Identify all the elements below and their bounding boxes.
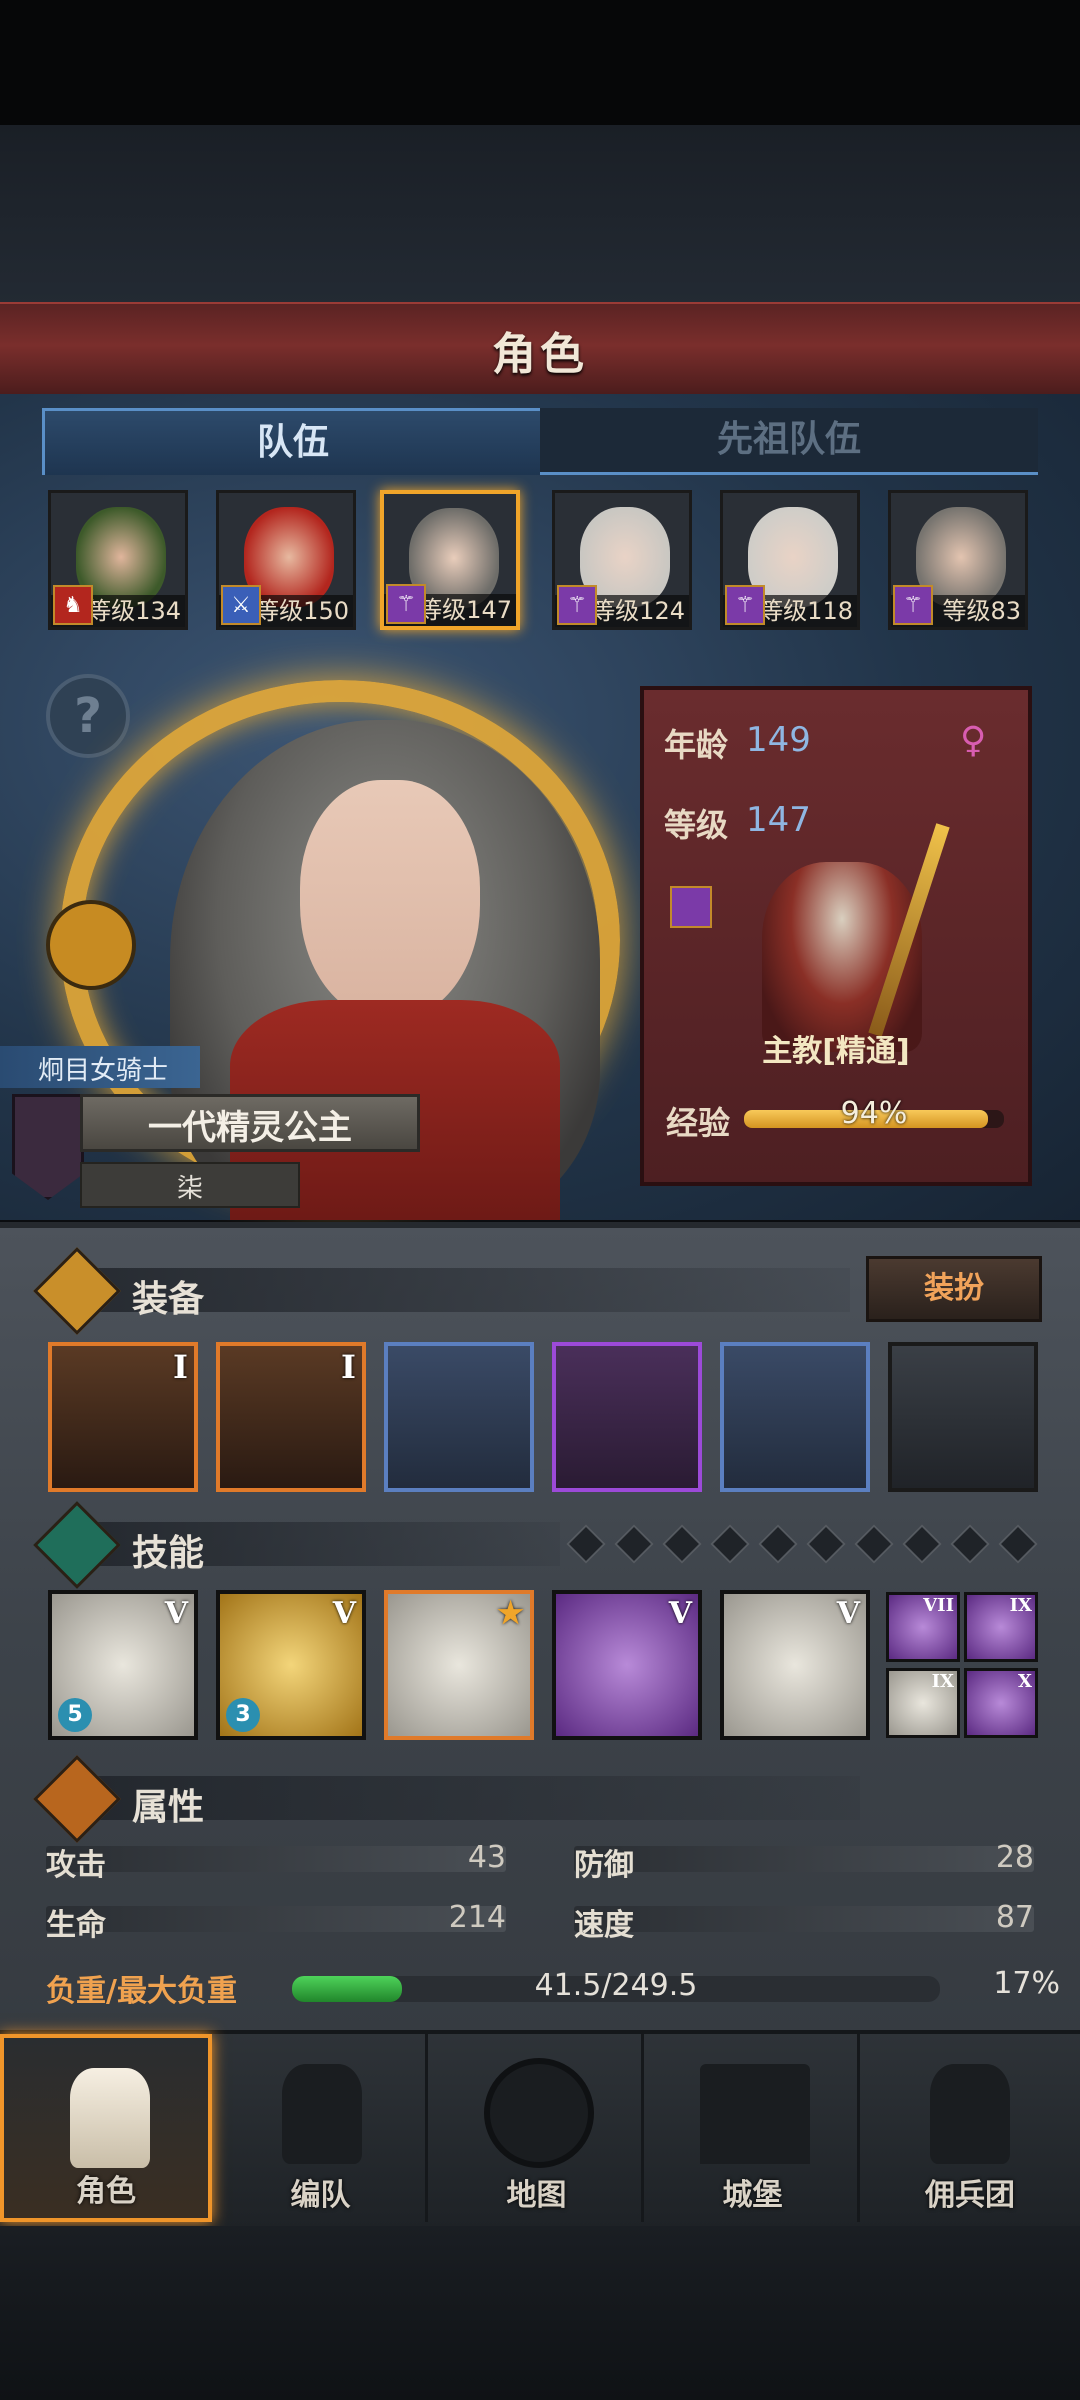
sword-icon: ⚔	[221, 585, 261, 625]
staff-icon: ⚚	[893, 585, 933, 625]
star-icon: ★	[497, 1596, 524, 1631]
equip-slot-boots[interactable]	[720, 1342, 870, 1492]
nav-label: 角色	[76, 2174, 136, 2209]
passive-skill-3[interactable]: IX	[886, 1668, 960, 1738]
level-value: 147	[746, 800, 811, 840]
tab-ancestor-party[interactable]: 先祖队伍	[540, 408, 1038, 475]
nav-map[interactable]: 地图	[432, 2034, 644, 2222]
female-icon: ♀	[960, 720, 987, 761]
equip-slot-weapon[interactable]: I	[48, 1342, 198, 1492]
staff-icon: ⚚	[725, 585, 765, 625]
attack-label: 攻击	[46, 1848, 106, 1883]
nav-label: 编队	[290, 2178, 351, 2213]
equip-slot-helmet[interactable]	[384, 1342, 534, 1492]
age-value: 149	[746, 720, 811, 760]
defense-label: 防御	[574, 1848, 634, 1883]
equip-slot-armor[interactable]	[552, 1342, 702, 1492]
party-member-5[interactable]: 等级118 ⚚	[720, 490, 860, 630]
hero-trait: 炯目女骑士	[38, 1056, 169, 1086]
skill-count: 5	[58, 1698, 92, 1732]
hero-face	[300, 780, 480, 1020]
load-value: 41.5/249.5	[534, 1968, 698, 2003]
potion-urn-icon[interactable]	[46, 900, 136, 990]
skill-rank: V	[164, 1596, 188, 1631]
header-backdrop	[0, 125, 1080, 305]
nav-label: 佣兵团	[925, 2178, 1015, 2213]
hp-label: 生命	[46, 1908, 106, 1943]
party-member-1[interactable]: 等级134 ♞	[48, 490, 188, 630]
load-percent: 17%	[993, 1966, 1060, 2001]
helmet-icon	[282, 2064, 362, 2164]
skill-rank: IX	[931, 1671, 954, 1692]
passive-skill-1[interactable]: VII	[886, 1592, 960, 1662]
skills-title: 技能	[132, 1533, 205, 1574]
castle-icon	[700, 2064, 810, 2164]
skill-rank: X	[1018, 1671, 1032, 1692]
tier-label: I	[173, 1348, 188, 1386]
skill-rank: V	[332, 1596, 356, 1631]
skill-3[interactable]: ★	[384, 1590, 534, 1740]
compass-icon	[484, 2058, 594, 2168]
knight-icon	[70, 2068, 150, 2168]
attributes-title: 属性	[132, 1787, 205, 1828]
skill-2[interactable]: V 3	[216, 1590, 366, 1740]
equip-slot-tome[interactable]: I	[216, 1342, 366, 1492]
party-member-3[interactable]: 等级147 ⚚	[380, 490, 520, 630]
defense-value: 28	[995, 1840, 1034, 1875]
hero-subname: 柒	[176, 1174, 203, 1204]
nav-label: 城堡	[722, 2178, 783, 2213]
xp-percent: 94%	[840, 1096, 908, 1131]
party-member-4[interactable]: 等级124 ⚚	[552, 490, 692, 630]
equipment-title: 装备	[132, 1279, 205, 1320]
xp-label: 经验	[666, 1104, 731, 1142]
tab-party[interactable]: 队伍	[42, 408, 544, 475]
age-label: 年龄	[664, 726, 729, 764]
help-button[interactable]: ?	[46, 674, 130, 758]
staff-icon	[670, 886, 712, 928]
hero-name: 一代精灵公主	[148, 1108, 352, 1148]
passive-skill-2[interactable]: IX	[964, 1592, 1038, 1662]
staff-icon: ⚚	[386, 584, 426, 624]
status-area	[0, 0, 1080, 125]
dress-up-button[interactable]: 装扮	[866, 1256, 1042, 1322]
skill-1[interactable]: V 5	[48, 1590, 198, 1740]
skill-rank: VII	[923, 1595, 954, 1616]
tier-label: I	[341, 1348, 356, 1386]
staff-icon: ⚚	[557, 585, 597, 625]
nav-label: 地图	[506, 2178, 567, 2213]
skill-rank: V	[836, 1596, 860, 1631]
skill-4[interactable]: V	[552, 1590, 702, 1740]
level-label: 等级	[664, 806, 729, 844]
passive-skill-4[interactable]: X	[964, 1668, 1038, 1738]
nav-formation[interactable]: 编队	[216, 2034, 428, 2222]
skill-5[interactable]: V	[720, 1590, 870, 1740]
bottom-bar-area	[0, 2226, 1080, 2400]
nav-character[interactable]: 角色	[0, 2034, 212, 2222]
equip-slot-ring[interactable]	[888, 1342, 1038, 1492]
party-member-6[interactable]: 等级83 ⚚	[888, 490, 1028, 630]
nav-mercenary[interactable]: 佣兵团	[864, 2034, 1076, 2222]
party-member-2[interactable]: 等级150 ⚔	[216, 490, 356, 630]
info-card: 年龄 149 ♀ 等级 147 主教[精通] 经验 94%	[640, 686, 1032, 1186]
nav-castle[interactable]: 城堡	[648, 2034, 860, 2222]
horse-icon: ♞	[53, 585, 93, 625]
speed-label: 速度	[574, 1908, 634, 1943]
skill-rank: IX	[1009, 1595, 1032, 1616]
section-bar	[90, 1776, 860, 1820]
attack-value: 43	[467, 1840, 506, 1875]
speed-value: 87	[995, 1900, 1034, 1935]
class-name: 主教[精通]	[762, 1034, 910, 1069]
load-label: 负重/最大负重	[46, 1974, 237, 2009]
banner-icon	[930, 2064, 1010, 2164]
page-title: 角色	[492, 329, 588, 380]
skill-count: 3	[226, 1698, 260, 1732]
hp-value: 214	[448, 1900, 506, 1935]
skill-rank: V	[668, 1596, 692, 1631]
